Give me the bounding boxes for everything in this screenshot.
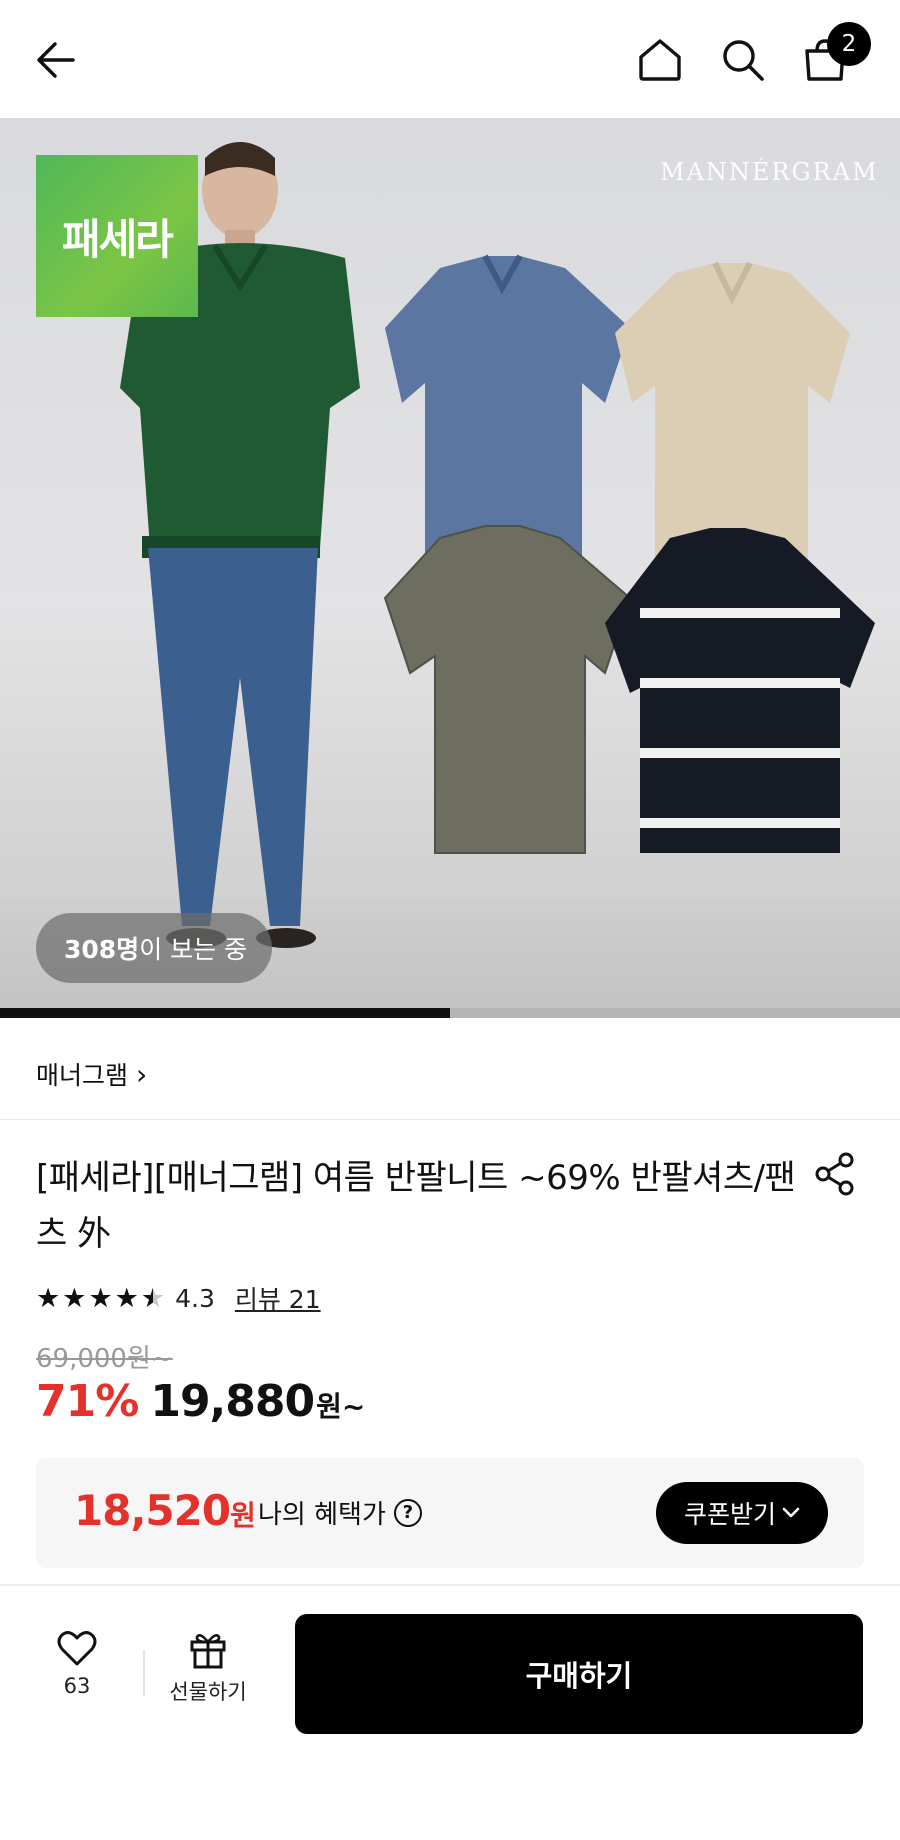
discount-rate: 71% [36,1376,139,1427]
viewers-suffix: 이 보는 중 [139,935,248,964]
like-count: 63 [63,1674,91,1698]
review-link[interactable]: 리뷰 21 [235,1280,321,1316]
sale-price-row: 71% 19,880 원~ [36,1376,365,1427]
star-rating: ★ ★ ★ ★ ★ [36,1285,165,1312]
back-button[interactable] [20,22,90,98]
brand-watermark: MANNÉRGRAM [660,158,879,186]
arrow-left-icon [37,42,75,78]
brand-row: 매너그램 › [0,1018,900,1120]
star-icon: ★ [36,1282,61,1314]
gift-label: 선물하기 [169,1680,247,1704]
home-button[interactable] [625,22,695,98]
rating-row: ★ ★ ★ ★ ★ 4.3 리뷰 21 [36,1278,321,1318]
gift-button[interactable]: 선물하기 [160,1630,256,1714]
benefit-label: 나의 혜택가 ? [258,1494,422,1531]
star-icon: ★ [114,1282,139,1314]
help-icon[interactable]: ? [393,1498,422,1527]
buy-button[interactable]: 구매하기 [295,1614,863,1734]
star-icon: ★ [88,1282,113,1314]
heart-icon [57,1631,97,1666]
sale-price: 19,880 [150,1376,315,1427]
home-icon [639,39,681,81]
search-icon [723,40,764,81]
coupon-button-label: 쿠폰받기 [683,1500,776,1529]
coupon-button[interactable]: 쿠폰받기 [656,1482,828,1544]
carousel-progress-fill [0,1008,450,1018]
chevron-down-icon [782,1507,800,1518]
sale-price-unit: 원~ [316,1390,366,1423]
carousel-progress [0,1008,900,1018]
brand-tag-badge: 패세라 [36,155,198,317]
top-app-bar: 2 [0,0,900,118]
bottom-bar-divider [143,1650,145,1696]
benefit-amount: 18,520 [74,1486,231,1535]
benefit-unit: 원 [230,1499,256,1532]
section-divider [0,1584,900,1586]
benefit-price: 18,520 원 [74,1486,256,1535]
cart-count-badge: 2 [827,22,871,66]
product-image-carousel[interactable]: 패세라 MANNÉRGRAM 308명 이 보는 중 [0,118,900,1008]
viewers-count-pill: 308명 이 보는 중 [36,913,272,983]
like-button[interactable]: 63 [40,1630,114,1714]
original-price: 69,000원~ [36,1344,173,1374]
partial-star-icon: ★ [140,1282,166,1314]
gift-icon [190,1634,226,1669]
share-button[interactable] [805,1148,865,1200]
brand-name: 매너그램 [36,1061,129,1090]
viewers-count: 308명 [64,935,140,964]
star-icon: ★ [62,1282,87,1314]
search-button[interactable] [708,22,778,98]
brand-link[interactable]: 매너그램 › [36,1056,147,1092]
chevron-right-icon: › [136,1057,148,1091]
benefit-price-box: 18,520 원 나의 혜택가 ? 쿠폰받기 [36,1458,864,1568]
benefit-label-text: 나의 혜택가 [258,1500,386,1530]
product-title: [패세라][매너그램] 여름 반팔니트 ~69% 반팔셔츠/팬츠 外 [36,1158,796,1254]
rating-score: 4.3 [175,1283,215,1313]
share-icon [815,1152,854,1196]
